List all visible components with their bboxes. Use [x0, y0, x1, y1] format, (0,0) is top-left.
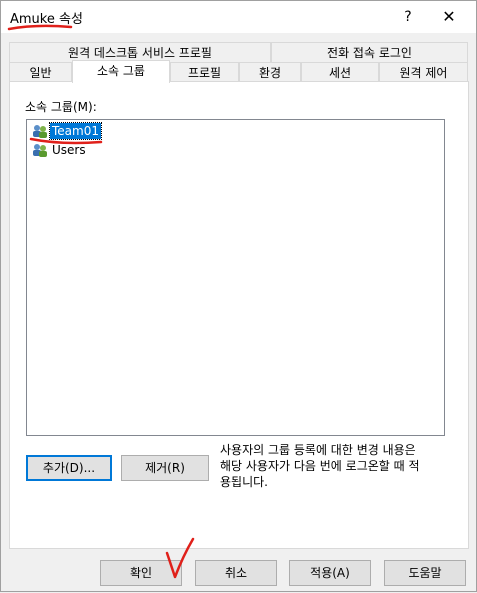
properties-dialog: Amuke 속성 ? ✕ 원격 데스크톱 서비스 프로필 전화 접속 로그인 일…	[0, 0, 477, 592]
tab-member-of[interactable]: 소속 그룹	[72, 60, 170, 83]
ok-check-mark	[165, 537, 195, 579]
team01-underline-mark	[29, 137, 103, 145]
title-underline-mark	[7, 24, 73, 31]
annotation-overlay	[7, 24, 195, 579]
